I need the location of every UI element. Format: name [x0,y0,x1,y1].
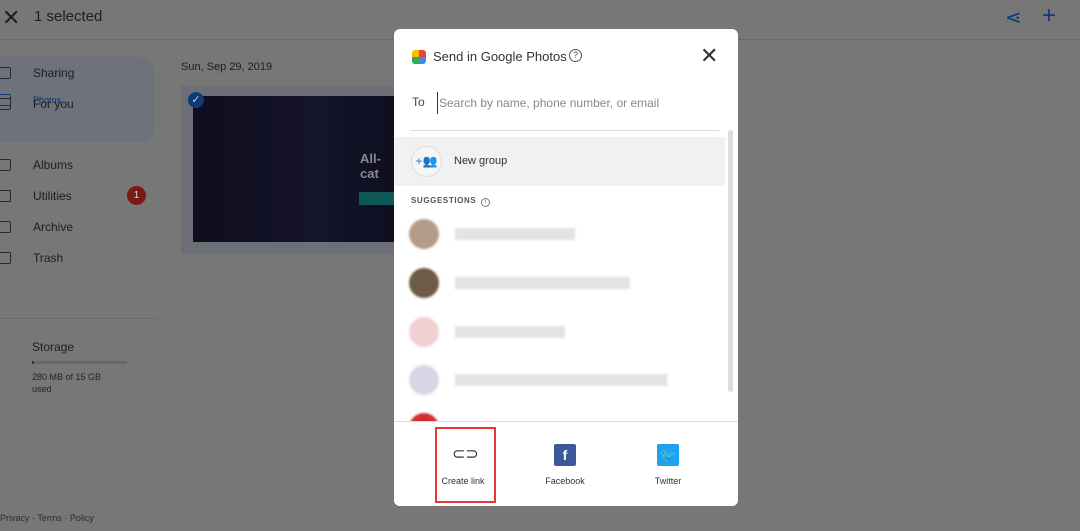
date-heading: Sun, Sep 29, 2019 [181,61,273,73]
info-icon[interactable]: i [481,198,491,207]
share-icon[interactable]: ⋖ [1005,5,1022,30]
sidebar-item-label: Albums [33,157,74,172]
sidebar-item-sharing[interactable]: Sharing [0,57,160,88]
suggestion-contact[interactable] [409,365,709,395]
to-label: To [412,95,425,109]
selected-check-icon[interactable]: ✓ [188,92,204,108]
photo-thumbnail[interactable]: All-cat ✓ [181,86,399,254]
sidebar-item-label: Sharing [33,65,75,80]
footer-links[interactable]: Privacy · Terms · Policy [0,513,94,523]
avatar [409,219,439,249]
thumb-button [359,192,399,205]
sidebar-item-label: Archive [33,219,74,234]
avatar [409,365,439,395]
sidebar: Photos Sharing For you LIBRARY Albums Ut… [0,57,160,273]
twitter-button[interactable]: 🐦 Twitter [628,422,708,506]
twitter-icon: 🐦 [657,444,679,466]
action-label: Twitter [654,476,682,486]
blurred-name [455,374,667,386]
help-icon[interactable]: ? [569,49,582,62]
new-group-button[interactable]: +👥 New group [394,137,725,186]
sidebar-item-for-you[interactable]: For you [0,88,160,119]
google-photos-logo-icon [412,50,426,64]
sidebar-item-trash[interactable]: Trash [0,242,160,273]
suggestions-heading: SUGGESTIONS i [411,196,491,207]
trash-icon [0,251,11,264]
add-icon[interactable]: + [1042,2,1056,30]
blurred-name [455,228,575,240]
suggestion-contact[interactable] [409,317,709,347]
storage-link[interactable]: Storage [32,340,74,354]
archive-icon [0,220,11,233]
selection-count: 1 selected [34,8,103,25]
dialog-title: Send in Google Photos [433,49,567,64]
for-you-icon [0,97,11,110]
scrollbar[interactable] [728,130,733,392]
suggestion-contact[interactable] [409,219,709,249]
blurred-name [455,277,630,289]
sidebar-item-label: Trash [33,250,64,265]
storage-used: 280 MB of 15 GB used [32,372,102,394]
input-underline [410,130,719,131]
close-icon[interactable]: ✕ [700,43,718,69]
sidebar-item-archive[interactable]: Archive [0,211,160,242]
albums-icon [0,158,11,171]
recipient-search-input[interactable] [437,92,717,114]
facebook-icon: f [554,444,576,466]
highlight-box [435,427,496,503]
storage-bar-fill [32,361,34,364]
blurred-name [455,326,565,338]
photo-image: All-cat [193,96,399,242]
suggestion-contact[interactable] [409,268,709,298]
sharing-icon [0,66,11,79]
suggestions-label: SUGGESTIONS [411,196,477,205]
sidebar-item-label: For you [33,96,74,111]
sidebar-item-label: Utilities [33,188,72,203]
add-group-icon: +👥 [411,146,442,177]
facebook-button[interactable]: f Facebook [525,422,605,506]
storage-bar [32,361,127,364]
thumb-heading: All-cat [360,151,381,181]
notification-badge: 1 [127,186,146,205]
sidebar-item-utilities[interactable]: Utilities 1 [0,180,160,211]
utilities-icon [0,189,11,202]
avatar [409,268,439,298]
action-label: Facebook [545,476,585,486]
divider [0,318,156,319]
avatar [409,317,439,347]
new-group-label: New group [454,155,508,167]
close-selection-icon[interactable]: ✕ [2,5,20,31]
sidebar-item-albums[interactable]: Albums [0,149,160,180]
